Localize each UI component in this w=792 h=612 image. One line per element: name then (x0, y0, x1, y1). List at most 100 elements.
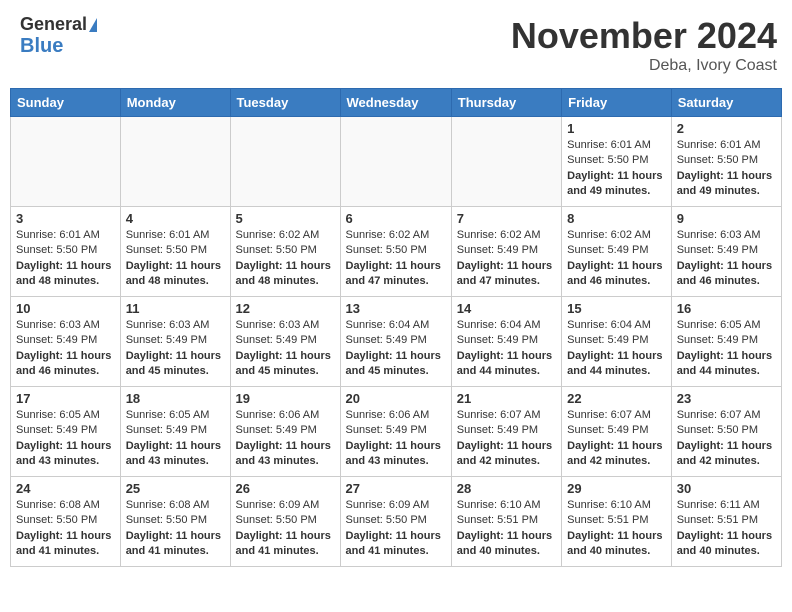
calendar-cell-w5-d4: 27Sunrise: 6:09 AMSunset: 5:50 PMDayligh… (340, 477, 451, 567)
daylight-hours: Daylight: 11 hours (677, 349, 776, 364)
daylight-hours: Daylight: 11 hours (126, 259, 225, 274)
day-number: 15 (567, 301, 666, 316)
daylight-minutes: and 44 minutes. (567, 364, 666, 379)
daylight-minutes: and 43 minutes. (236, 454, 335, 469)
daylight-hours: Daylight: 11 hours (236, 439, 335, 454)
page-header: General Blue November 2024 Deba, Ivory C… (10, 10, 782, 80)
day-info: Sunrise: 6:03 AMSunset: 5:49 PMDaylight:… (677, 228, 776, 290)
day-number: 27 (346, 481, 446, 496)
day-number: 12 (236, 301, 335, 316)
day-info: Sunrise: 6:09 AMSunset: 5:50 PMDaylight:… (236, 498, 335, 560)
sunset-text: Sunset: 5:49 PM (126, 333, 225, 348)
sunrise-text: Sunrise: 6:09 AM (346, 498, 446, 513)
sunset-text: Sunset: 5:49 PM (346, 333, 446, 348)
daylight-hours: Daylight: 11 hours (346, 439, 446, 454)
day-info: Sunrise: 6:04 AMSunset: 5:49 PMDaylight:… (346, 318, 446, 380)
daylight-minutes: and 45 minutes. (126, 364, 225, 379)
day-number: 5 (236, 211, 335, 226)
sunrise-text: Sunrise: 6:03 AM (16, 318, 115, 333)
day-number: 24 (16, 481, 115, 496)
sunrise-text: Sunrise: 6:08 AM (126, 498, 225, 513)
daylight-hours: Daylight: 11 hours (346, 529, 446, 544)
day-info: Sunrise: 6:10 AMSunset: 5:51 PMDaylight:… (567, 498, 666, 560)
sunrise-text: Sunrise: 6:02 AM (567, 228, 666, 243)
daylight-hours: Daylight: 11 hours (677, 439, 776, 454)
daylight-hours: Daylight: 11 hours (567, 529, 666, 544)
sunrise-text: Sunrise: 6:03 AM (236, 318, 335, 333)
calendar-week-3: 10Sunrise: 6:03 AMSunset: 5:49 PMDayligh… (11, 297, 782, 387)
day-info: Sunrise: 6:08 AMSunset: 5:50 PMDaylight:… (126, 498, 225, 560)
day-info: Sunrise: 6:05 AMSunset: 5:49 PMDaylight:… (16, 408, 115, 470)
daylight-hours: Daylight: 11 hours (457, 439, 556, 454)
day-number: 6 (346, 211, 446, 226)
calendar-week-2: 3Sunrise: 6:01 AMSunset: 5:50 PMDaylight… (11, 207, 782, 297)
day-info: Sunrise: 6:05 AMSunset: 5:49 PMDaylight:… (677, 318, 776, 380)
daylight-hours: Daylight: 11 hours (236, 529, 335, 544)
daylight-hours: Daylight: 11 hours (677, 529, 776, 544)
sunrise-text: Sunrise: 6:02 AM (236, 228, 335, 243)
day-info: Sunrise: 6:05 AMSunset: 5:49 PMDaylight:… (126, 408, 225, 470)
sunrise-text: Sunrise: 6:07 AM (567, 408, 666, 423)
sunrise-text: Sunrise: 6:03 AM (677, 228, 776, 243)
day-number: 8 (567, 211, 666, 226)
day-number: 30 (677, 481, 776, 496)
sunset-text: Sunset: 5:49 PM (457, 333, 556, 348)
sunrise-text: Sunrise: 6:02 AM (346, 228, 446, 243)
day-info: Sunrise: 6:03 AMSunset: 5:49 PMDaylight:… (236, 318, 335, 380)
calendar-cell-w3-d7: 16Sunrise: 6:05 AMSunset: 5:49 PMDayligh… (671, 297, 781, 387)
day-info: Sunrise: 6:07 AMSunset: 5:49 PMDaylight:… (457, 408, 556, 470)
daylight-minutes: and 49 minutes. (567, 184, 666, 199)
day-info: Sunrise: 6:06 AMSunset: 5:49 PMDaylight:… (346, 408, 446, 470)
sunset-text: Sunset: 5:49 PM (236, 333, 335, 348)
day-number: 21 (457, 391, 556, 406)
day-number: 14 (457, 301, 556, 316)
month-year: November 2024 (511, 15, 777, 57)
calendar-cell-w2-d7: 9Sunrise: 6:03 AMSunset: 5:49 PMDaylight… (671, 207, 781, 297)
day-number: 3 (16, 211, 115, 226)
sunrise-text: Sunrise: 6:01 AM (16, 228, 115, 243)
daylight-hours: Daylight: 11 hours (457, 259, 556, 274)
col-monday: Monday (120, 89, 230, 117)
sunrise-text: Sunrise: 6:10 AM (567, 498, 666, 513)
calendar-cell-w3-d5: 14Sunrise: 6:04 AMSunset: 5:49 PMDayligh… (451, 297, 561, 387)
calendar-cell-w5-d2: 25Sunrise: 6:08 AMSunset: 5:50 PMDayligh… (120, 477, 230, 567)
daylight-minutes: and 41 minutes. (236, 544, 335, 559)
daylight-hours: Daylight: 11 hours (16, 439, 115, 454)
sunset-text: Sunset: 5:50 PM (567, 153, 666, 168)
col-saturday: Saturday (671, 89, 781, 117)
daylight-minutes: and 44 minutes. (677, 364, 776, 379)
calendar-cell-w3-d3: 12 Sunrise: 6:03 AMSunset: 5:49 PMDayligh… (230, 297, 340, 387)
daylight-minutes: and 46 minutes. (677, 274, 776, 289)
daylight-minutes: and 43 minutes. (346, 454, 446, 469)
calendar-cell-w5-d6: 29Sunrise: 6:10 AMSunset: 5:51 PMDayligh… (562, 477, 672, 567)
day-number: 2 (677, 121, 776, 136)
day-number: 17 (16, 391, 115, 406)
day-number: 4 (126, 211, 225, 226)
calendar-cell-w2-d2: 4Sunrise: 6:01 AMSunset: 5:50 PMDaylight… (120, 207, 230, 297)
sunset-text: Sunset: 5:50 PM (677, 423, 776, 438)
daylight-hours: Daylight: 11 hours (567, 349, 666, 364)
calendar-cell-w1-d4 (340, 117, 451, 207)
sunrise-text: Sunrise: 6:06 AM (346, 408, 446, 423)
calendar-cell-w1-d2 (120, 117, 230, 207)
day-info: Sunrise: 6:01 AMSunset: 5:50 PMDaylight:… (16, 228, 115, 290)
daylight-hours: Daylight: 11 hours (126, 529, 225, 544)
calendar-table: Sunday Monday Tuesday Wednesday Thursday… (10, 88, 782, 567)
daylight-minutes: and 49 minutes. (677, 184, 776, 199)
calendar-cell-w3-d2: 11Sunrise: 6:03 AMSunset: 5:49 PMDayligh… (120, 297, 230, 387)
sunset-text: Sunset: 5:50 PM (16, 243, 115, 258)
col-thursday: Thursday (451, 89, 561, 117)
daylight-hours: Daylight: 11 hours (457, 349, 556, 364)
calendar-cell-w1-d1 (11, 117, 121, 207)
sunrise-text: Sunrise: 6:01 AM (126, 228, 225, 243)
sunrise-text: Sunrise: 6:11 AM (677, 498, 776, 513)
daylight-hours: Daylight: 11 hours (567, 259, 666, 274)
daylight-minutes: and 40 minutes. (457, 544, 556, 559)
sunrise-text: Sunrise: 6:08 AM (16, 498, 115, 513)
sunrise-text: Sunrise: 6:04 AM (567, 318, 666, 333)
sunrise-text: Sunrise: 6:03 AM (126, 318, 225, 333)
day-number: 23 (677, 391, 776, 406)
sunrise-text: Sunrise: 6:10 AM (457, 498, 556, 513)
calendar-cell-w3-d4: 13Sunrise: 6:04 AMSunset: 5:49 PMDayligh… (340, 297, 451, 387)
daylight-hours: Daylight: 11 hours (677, 169, 776, 184)
